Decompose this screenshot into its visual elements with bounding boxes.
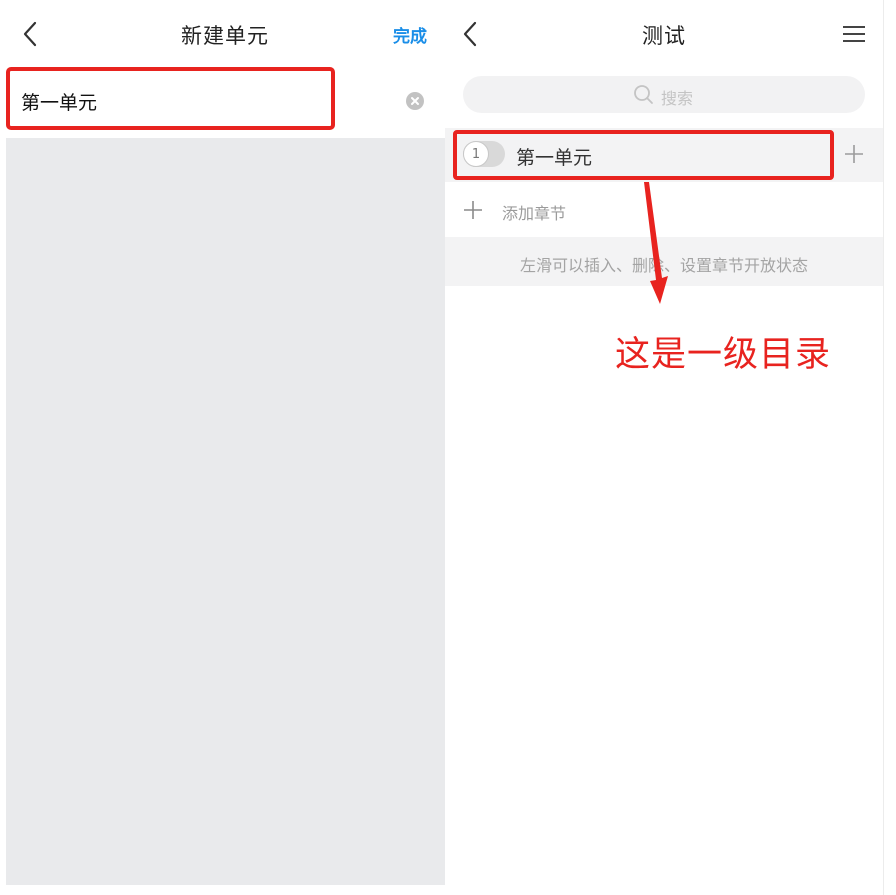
right-edge-line: [883, 0, 884, 895]
chevron-left-icon: [463, 21, 477, 47]
chevron-left-icon: [23, 21, 37, 47]
left-page-title: 新建单元: [181, 24, 269, 48]
new-unit-panel: 新建单元 完成 第一单元: [0, 0, 445, 895]
hamburger-menu-icon[interactable]: [843, 24, 867, 44]
annotation-arrow: [644, 182, 668, 304]
add-section-label: 添加章节: [502, 204, 567, 223]
unit-name-field[interactable]: 第一单元: [0, 66, 445, 138]
left-empty-area: [6, 138, 445, 885]
unit-name-value[interactable]: 第一单元: [21, 88, 97, 115]
unit-item-label: 第一单元: [516, 147, 593, 169]
plus-icon[interactable]: [844, 144, 864, 164]
left-back-button[interactable]: [16, 18, 44, 50]
right-page-title: 测试: [642, 24, 686, 48]
page: 新建单元 完成 第一单元 测试 搜索 1 第一单元 添加章节 左滑可以插入、删除…: [0, 0, 896, 895]
search-placeholder: 搜索: [661, 89, 694, 108]
unit-list-item[interactable]: [445, 128, 883, 182]
plus-icon: [464, 201, 482, 219]
search-icon: [634, 85, 653, 104]
left-bottom-strip: [0, 885, 445, 895]
toggle-knob: 1: [463, 141, 489, 167]
annotation-text: 这是一级目录: [615, 335, 832, 375]
clear-circle-icon[interactable]: [406, 92, 424, 110]
right-back-button[interactable]: [456, 18, 484, 50]
done-button[interactable]: 完成: [393, 22, 427, 47]
left-header: 新建单元 完成: [0, 0, 445, 66]
